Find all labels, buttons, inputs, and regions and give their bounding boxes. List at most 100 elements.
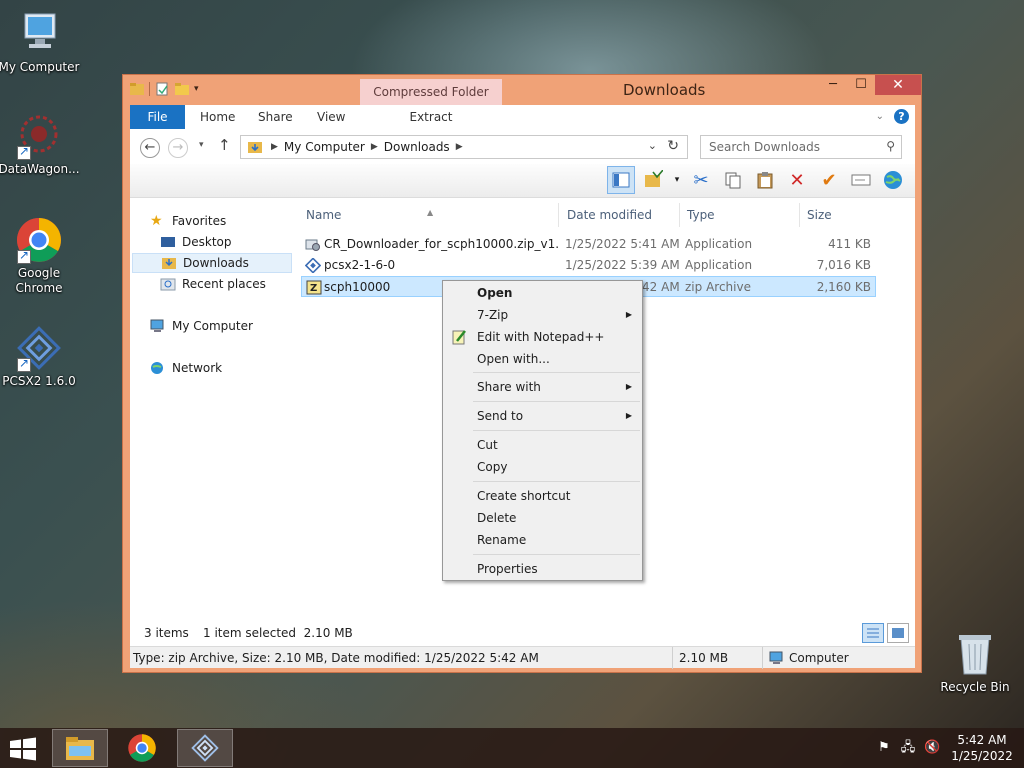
menu-item-rename[interactable]: Rename [445, 529, 640, 551]
menu-item-open[interactable]: Open [445, 282, 640, 304]
pcsx2-installer-icon [304, 257, 322, 274]
window-title: Downloads [623, 81, 706, 99]
desktop-icon-label: Google Chrome [15, 266, 63, 295]
nav-desktop[interactable]: Desktop [160, 232, 320, 252]
column-size[interactable]: Size [802, 203, 876, 227]
nav-my-computer[interactable]: My Computer [150, 316, 310, 336]
expand-ribbon-icon[interactable]: ⌄ [876, 111, 884, 122]
file-row[interactable]: pcsx2-1-6-0 1/25/2022 5:39 AM Applicatio… [301, 255, 876, 276]
nav-favorites[interactable]: ★ Favorites [150, 211, 310, 231]
clock[interactable]: 5:42 AM 1/25/2022 [948, 732, 1016, 764]
menu-item-delete[interactable]: Delete [445, 507, 640, 529]
menu-item-create-shortcut[interactable]: Create shortcut [445, 485, 640, 507]
shortcut-arrow-icon [17, 144, 31, 160]
checkmark-icon[interactable]: ✔ [815, 166, 843, 194]
menu-item-edit-notepad[interactable]: Edit with Notepad++ [445, 326, 640, 348]
menu-item-open-with[interactable]: Open with... [445, 348, 640, 370]
nav-network[interactable]: Network [150, 358, 310, 378]
file-type: zip Archive [685, 280, 751, 294]
tab-file[interactable]: File [130, 105, 185, 129]
nav-downloads[interactable]: Downloads [132, 253, 292, 273]
rename-icon[interactable] [847, 166, 875, 194]
menu-item-7zip-label: 7-Zip [477, 308, 509, 322]
close-button[interactable]: ✕ [875, 75, 921, 95]
properties-icon[interactable] [154, 81, 170, 97]
breadcrumb-my-computer[interactable]: My Computer [284, 140, 365, 154]
breadcrumb-separator-icon[interactable]: ▶ [371, 142, 378, 152]
up-button[interactable]: ↑ [218, 136, 231, 154]
file-row[interactable]: CR_Downloader_for_scph10000.zip_v1.70...… [301, 234, 876, 255]
forward-button[interactable]: → [168, 138, 188, 158]
menu-item-share-with[interactable]: Share with ▶ [445, 376, 640, 398]
action-center-flag-icon[interactable]: ⚑ [876, 740, 892, 756]
network-globe-icon[interactable] [879, 166, 907, 194]
taskbar-explorer-button[interactable] [52, 729, 108, 767]
desktop-icon-chrome[interactable]: Google Chrome [0, 216, 81, 296]
pcsx2-icon [15, 324, 63, 372]
tab-extract[interactable]: Extract [360, 105, 502, 129]
file-size: 411 KB [828, 237, 871, 251]
computer-icon [150, 319, 166, 333]
cut-icon[interactable]: ✂ [687, 166, 715, 194]
recent-places-icon [160, 277, 176, 291]
address-dropdown-icon[interactable]: ⌄ [648, 139, 657, 152]
menu-separator [473, 372, 640, 373]
desktop-icon-datawagon[interactable]: DataWagon... [0, 112, 81, 177]
menu-item-send-to[interactable]: Send to ▶ [445, 405, 640, 427]
file-size: 7,016 KB [816, 258, 871, 272]
search-box[interactable]: Search Downloads ⚲ [700, 135, 902, 159]
menu-item-properties[interactable]: Properties [445, 558, 640, 580]
recent-locations-icon[interactable]: ▾ [199, 140, 204, 150]
large-icons-view-icon[interactable] [887, 623, 909, 643]
menu-item-copy[interactable]: Copy [445, 456, 640, 478]
organize-dropdown-icon[interactable]: ▾ [671, 166, 683, 194]
breadcrumb-separator-icon[interactable]: ▶ [271, 142, 278, 152]
nav-recent-places[interactable]: Recent places [160, 274, 320, 294]
menu-item-notepad-label: Edit with Notepad++ [477, 330, 605, 344]
preview-pane-icon[interactable] [607, 166, 635, 194]
menu-item-cut[interactable]: Cut [445, 434, 640, 456]
title-bar[interactable]: ▾ Compressed Folder Tools Downloads ─ ☐ … [123, 75, 921, 125]
breadcrumb-separator-icon[interactable]: ▶ [456, 142, 463, 152]
ribbon-tabs: File Home Share View Extract ⌄ ? [130, 105, 915, 129]
file-date: 1/25/2022 5:39 AM [565, 258, 680, 272]
start-button[interactable] [8, 737, 38, 761]
details-view-icon[interactable] [862, 623, 884, 643]
column-type[interactable]: Type [682, 203, 800, 227]
paste-icon[interactable] [751, 166, 779, 194]
maximize-button[interactable]: ☐ [847, 75, 875, 95]
back-button[interactable]: ← [140, 138, 160, 158]
desktop-icon-my-computer[interactable]: My Computer [0, 10, 81, 75]
minimize-button[interactable]: ─ [819, 75, 847, 95]
column-date-modified[interactable]: Date modified [562, 203, 680, 227]
taskbar-chrome-button[interactable] [114, 729, 170, 767]
datawagon-icon [15, 112, 63, 160]
delete-icon[interactable]: ✕ [783, 166, 811, 194]
taskbar-pcsx2-button[interactable] [177, 729, 233, 767]
menu-item-7zip[interactable]: 7-Zip ▶ [445, 304, 640, 326]
copy-icon[interactable] [719, 166, 747, 194]
tab-home[interactable]: Home [200, 105, 235, 129]
desktop-icon-recycle-bin[interactable]: Recycle Bin [933, 630, 1017, 695]
column-date-label: Date modified [567, 208, 653, 222]
address-bar[interactable]: ▶ My Computer ▶ Downloads ▶ ⌄ ↻ [240, 135, 688, 159]
nav-desktop-label: Desktop [182, 235, 232, 249]
refresh-icon[interactable]: ↻ [667, 138, 679, 154]
details-info: Type: zip Archive, Size: 2.10 MB, Date m… [130, 647, 673, 669]
qat-customize-icon[interactable]: ▾ [194, 84, 199, 94]
desktop-icon-pcsx2[interactable]: PCSX2 1.6.0 [0, 324, 81, 389]
file-date: 1/25/2022 5:41 AM [565, 237, 680, 251]
volume-muted-icon[interactable]: 🔇 [924, 740, 940, 756]
search-icon[interactable]: ⚲ [886, 139, 895, 153]
help-icon[interactable]: ? [894, 109, 909, 124]
breadcrumb-downloads[interactable]: Downloads [384, 140, 450, 154]
menu-separator [473, 554, 640, 555]
compressed-folder-tools-header: Compressed Folder Tools [360, 79, 502, 125]
tab-view[interactable]: View [317, 105, 345, 129]
move-to-folder-icon[interactable] [639, 166, 667, 194]
new-folder-icon[interactable] [174, 81, 190, 97]
network-status-icon[interactable]: 🖧 [900, 740, 916, 756]
column-type-label: Type [687, 208, 715, 222]
tab-share[interactable]: Share [258, 105, 293, 129]
column-name[interactable]: ▲ Name [301, 203, 559, 227]
